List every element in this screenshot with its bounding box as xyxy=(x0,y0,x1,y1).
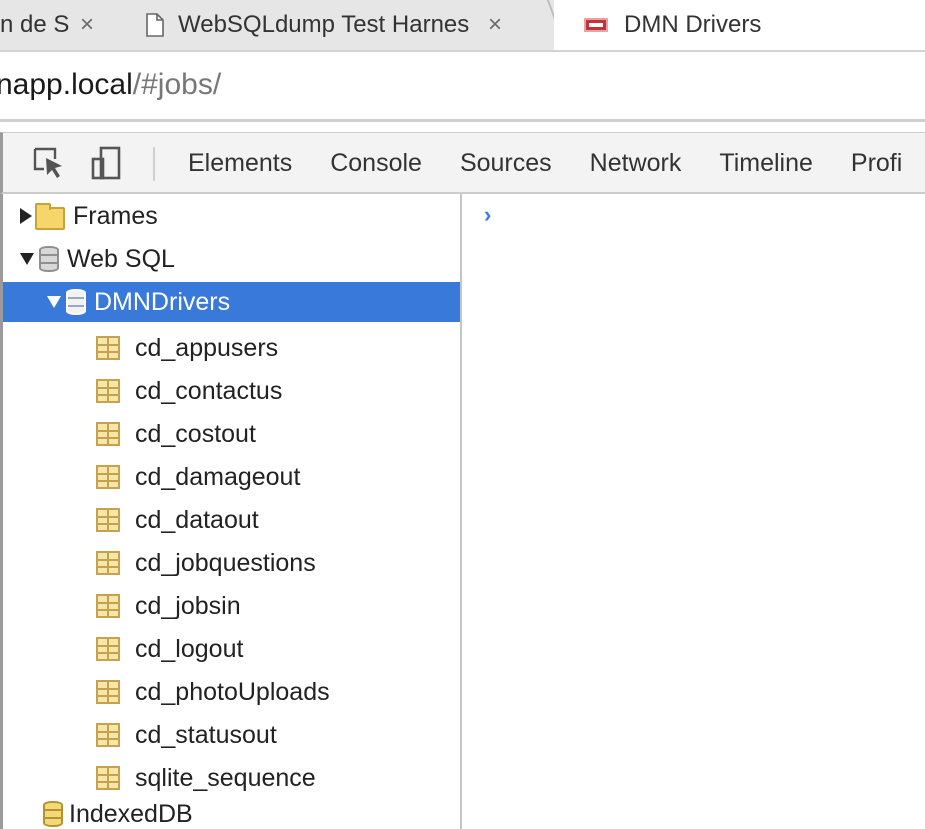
resources-sidebar: Frames Web SQL DMNDrivers cd_appusers cd_… xyxy=(0,194,462,829)
table-icon xyxy=(96,465,120,489)
table-name-label: cd_jobsin xyxy=(135,591,241,620)
tree-item-table[interactable]: cd_photoUploads xyxy=(3,672,460,712)
tree-item-indexeddb[interactable]: IndexedDB xyxy=(3,794,460,829)
toolbar-divider xyxy=(153,147,155,181)
tree-item-table[interactable]: cd_contactus xyxy=(3,371,460,411)
table-icon xyxy=(96,680,120,704)
tree-item-table[interactable]: sqlite_sequence xyxy=(3,758,460,798)
tree-item-web-sql[interactable]: Web SQL xyxy=(3,239,460,279)
browser-tab-active[interactable]: DMN Drivers xyxy=(554,0,925,50)
url-path: /#jobs/ xyxy=(132,68,222,101)
tree-item-label: Web SQL xyxy=(67,244,175,273)
table-icon xyxy=(96,594,120,618)
table-name-label: cd_jobquestions xyxy=(135,548,316,577)
tree-item-table[interactable]: cd_costout xyxy=(3,414,460,454)
table-icon xyxy=(96,508,120,532)
device-mode-icon[interactable] xyxy=(89,145,125,181)
table-icon xyxy=(96,723,120,747)
browser-tab-2[interactable]: WebSQLdump Test Harnes × xyxy=(118,0,554,50)
tab-title: WebSQLdump Test Harnes xyxy=(178,11,470,38)
url-host: napp.local xyxy=(0,68,133,101)
table-name-label: cd_statusout xyxy=(135,720,277,749)
table-icon xyxy=(96,766,120,790)
folder-icon xyxy=(35,202,65,230)
url-text[interactable]: napp.local/#jobs/ xyxy=(0,68,221,102)
tab-title: n de S xyxy=(0,11,70,38)
tab-network[interactable]: Network xyxy=(571,149,701,178)
table-icon xyxy=(96,379,120,403)
page-icon xyxy=(146,13,164,37)
tree-item-table[interactable]: cd_jobquestions xyxy=(3,543,460,583)
tree-item-table[interactable]: cd_damageout xyxy=(3,457,460,497)
tab-profiles[interactable]: Profi xyxy=(832,149,921,178)
table-icon xyxy=(96,551,120,575)
inspect-element-icon[interactable] xyxy=(31,145,67,181)
browser-tab-1[interactable]: n de S × xyxy=(0,0,118,50)
tab-title: DMN Drivers xyxy=(624,11,762,38)
tree-item-table[interactable]: cd_logout xyxy=(3,629,460,669)
collapse-arrow-icon[interactable] xyxy=(47,296,61,308)
table-name-label: cd_costout xyxy=(135,419,256,448)
dmn-favicon-icon xyxy=(584,18,608,32)
tree-item-label: DMNDrivers xyxy=(94,287,231,316)
table-icon xyxy=(96,637,120,661)
tree-item-label: IndexedDB xyxy=(69,799,193,828)
tab-sources[interactable]: Sources xyxy=(441,149,571,178)
tab-close-icon[interactable]: × xyxy=(488,11,502,39)
tree-item-table[interactable]: cd_dataout xyxy=(3,500,460,540)
indexeddb-icon xyxy=(43,801,63,827)
expand-arrow-icon[interactable] xyxy=(20,208,32,224)
browser-tab-strip: n de S × WebSQLdump Test Harnes × DMN Dr… xyxy=(0,0,925,50)
tree-item-frames[interactable]: Frames xyxy=(3,196,460,236)
collapse-arrow-icon[interactable] xyxy=(20,253,34,265)
tree-item-table[interactable]: cd_appusers xyxy=(3,328,460,368)
tab-close-icon[interactable]: × xyxy=(80,11,94,39)
table-icon xyxy=(96,422,120,446)
table-icon xyxy=(96,336,120,360)
devtools-panel-tabs: Elements Console Sources Network Timelin… xyxy=(169,133,921,193)
tab-timeline[interactable]: Timeline xyxy=(700,149,832,178)
table-name-label: sqlite_sequence xyxy=(135,763,316,792)
tree-item-label: Frames xyxy=(73,201,158,230)
table-name-label: cd_contactus xyxy=(135,376,283,405)
table-name-label: cd_appusers xyxy=(135,333,279,362)
console-prompt-icon[interactable]: › xyxy=(484,202,491,228)
address-bar[interactable]: napp.local/#jobs/ xyxy=(0,50,925,122)
database-icon xyxy=(66,289,86,315)
table-name-label: cd_damageout xyxy=(135,462,301,491)
tab-console[interactable]: Console xyxy=(311,149,441,178)
tree-item-table[interactable]: cd_statusout xyxy=(3,715,460,755)
tree-item-table[interactable]: cd_jobsin xyxy=(3,586,460,626)
table-name-label: cd_dataout xyxy=(135,505,259,534)
table-name-label: cd_photoUploads xyxy=(135,677,330,706)
table-name-label: cd_logout xyxy=(135,634,244,663)
tab-elements[interactable]: Elements xyxy=(169,149,311,178)
console-pane[interactable]: › xyxy=(462,194,925,829)
devtools-toolbar: Elements Console Sources Network Timelin… xyxy=(0,132,925,194)
tree-item-dmndrivers[interactable]: DMNDrivers xyxy=(3,282,460,322)
database-icon xyxy=(39,246,59,272)
